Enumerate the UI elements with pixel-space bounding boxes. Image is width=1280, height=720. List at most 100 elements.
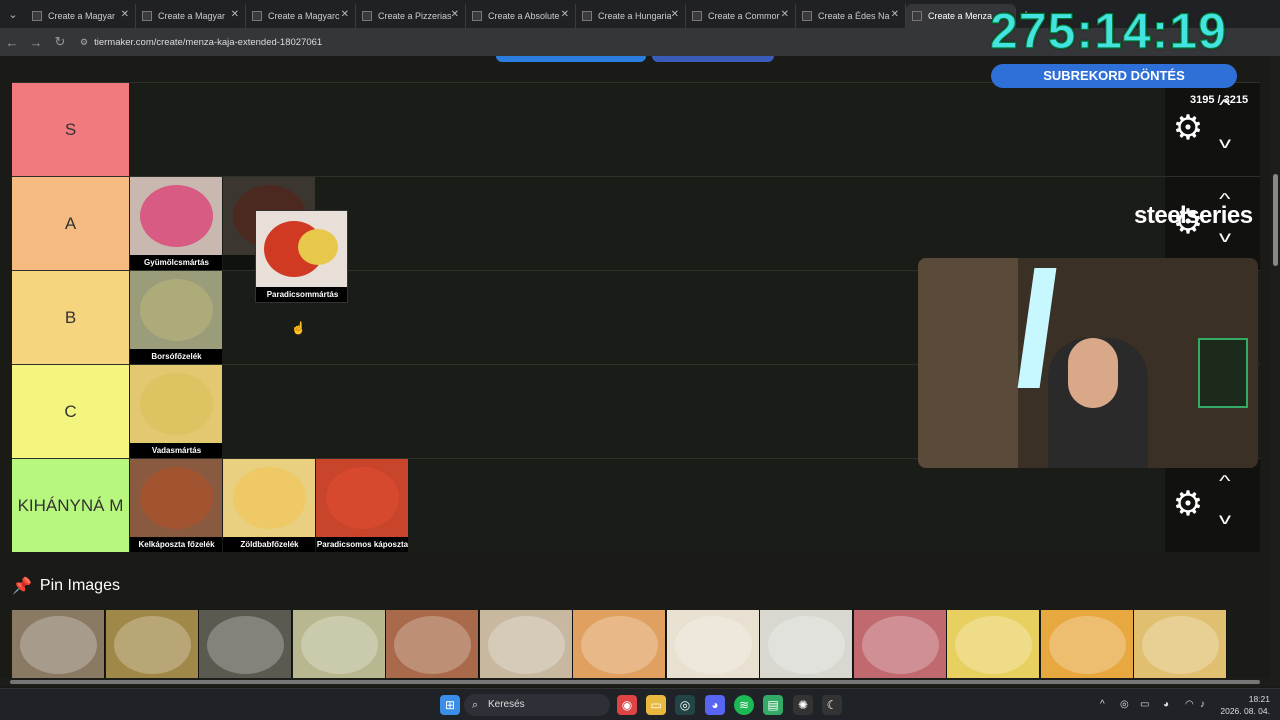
- tab-title: Create a Commor: [708, 11, 780, 21]
- tab[interactable]: Create a Magyarc ✕: [246, 4, 356, 28]
- tier-label[interactable]: C: [12, 365, 129, 458]
- top-button-2[interactable]: [652, 56, 774, 62]
- unranked-image[interactable]: [199, 610, 292, 680]
- tray-steam-icon[interactable]: ◎: [1120, 699, 1129, 710]
- tab[interactable]: Create a Pizzerias ✕: [356, 4, 466, 28]
- unranked-image[interactable]: [1040, 610, 1134, 680]
- tab[interactable]: Create a Magyar ✕: [26, 4, 136, 28]
- unranked-image[interactable]: [573, 610, 666, 680]
- tier-label[interactable]: KIHÁNYNÁ M: [12, 459, 129, 552]
- gear-icon[interactable]: ⚙: [1171, 487, 1205, 521]
- tab[interactable]: Create a Absolute ✕: [466, 4, 576, 28]
- notes-icon[interactable]: ▤: [763, 695, 783, 715]
- windows-icon[interactable]: ⊞: [440, 695, 460, 715]
- tab-favicon-icon: [582, 11, 592, 21]
- unranked-image[interactable]: [105, 610, 199, 680]
- forward-icon[interactable]: →: [24, 35, 48, 50]
- tier-item[interactable]: Vadasmártás: [130, 365, 223, 458]
- unranked-image[interactable]: [12, 610, 105, 680]
- tab-title: Create a Magyar: [158, 11, 226, 21]
- tab-close-icon[interactable]: ✕: [451, 9, 459, 20]
- unranked-image[interactable]: [760, 610, 853, 680]
- tier-row: AGyümölcsmártásPara⚙^v: [12, 176, 1260, 270]
- tab-title: Create a Hungaria: [598, 11, 672, 21]
- tab-close-icon[interactable]: ✕: [561, 9, 569, 20]
- dragged-item-image: [256, 211, 347, 289]
- unranked-image[interactable]: [1134, 610, 1227, 680]
- tab-close-icon[interactable]: ✕: [341, 9, 349, 20]
- volume-icon[interactable]: ♪: [1200, 699, 1205, 710]
- tier-item[interactable]: Borsófőzelék: [130, 271, 223, 364]
- steam-icon[interactable]: ◎: [675, 695, 695, 715]
- tab-close-icon[interactable]: ✕: [891, 9, 899, 20]
- tray-folder-icon[interactable]: ▭: [1140, 699, 1149, 710]
- reload-icon[interactable]: ↻: [48, 34, 72, 50]
- tier-item[interactable]: Kelkáposzta főzelék: [130, 459, 223, 552]
- wifi-icon[interactable]: ◠: [1185, 699, 1194, 710]
- unranked-image-strip: [12, 610, 1232, 680]
- tab-title: Create a Absolute: [488, 11, 560, 21]
- gear-icon[interactable]: ⚙: [1171, 111, 1205, 145]
- back-icon[interactable]: ←: [0, 35, 24, 50]
- unranked-image[interactable]: [853, 610, 947, 680]
- chevron-down-icon[interactable]: v: [1219, 135, 1231, 153]
- food-image: [316, 459, 408, 537]
- tier-item[interactable]: Gyümölcsmártás: [130, 177, 223, 270]
- tray-chevron-icon[interactable]: ^: [1100, 699, 1105, 710]
- tab-search-icon[interactable]: ⌄: [0, 0, 26, 28]
- unranked-image[interactable]: [292, 610, 386, 680]
- horizontal-scrollbar[interactable]: [0, 678, 1280, 686]
- tab-title: Create a Magyarc: [268, 11, 340, 21]
- clock-time: 18:21: [1248, 694, 1270, 704]
- plate-shape: [394, 616, 471, 674]
- tab[interactable]: Create a Magyar ✕: [136, 4, 246, 28]
- tier-item[interactable]: Zöldbabfőzelék: [223, 459, 316, 552]
- plate-shape: [768, 616, 845, 674]
- tab-list: Create a Magyar ✕ Create a Magyar ✕ Create a…: [26, 0, 1016, 28]
- tier-label[interactable]: S: [12, 83, 129, 176]
- tab-close-icon[interactable]: ✕: [121, 9, 129, 20]
- app-icon[interactable]: ☾: [822, 695, 842, 715]
- plate-shape: [113, 616, 191, 674]
- food-shape: [140, 279, 213, 341]
- tier-row: S ⚙ ^ v: [12, 82, 1260, 176]
- wall-panel: [918, 258, 1018, 468]
- clock[interactable]: 18:21 2026. 08. 04.: [1220, 693, 1270, 717]
- tab[interactable]: Create a Édes Na ✕: [796, 4, 906, 28]
- horizontal-scroll-thumb[interactable]: [10, 680, 1260, 684]
- unranked-image[interactable]: [947, 610, 1040, 680]
- tab-favicon-icon: [252, 11, 262, 21]
- tier-label[interactable]: B: [12, 271, 129, 364]
- tab-favicon-icon: [802, 11, 812, 21]
- chrome-icon[interactable]: ◉: [617, 695, 637, 715]
- potato-shape: [298, 229, 338, 265]
- chevron-down-icon[interactable]: v: [1219, 511, 1231, 529]
- discord-icon[interactable]: ◕: [705, 695, 725, 715]
- tab[interactable]: Create a Hungaria ✕: [576, 4, 686, 28]
- tab-close-icon[interactable]: ✕: [781, 9, 789, 20]
- tier-label[interactable]: A: [12, 177, 129, 270]
- unranked-image[interactable]: [479, 610, 573, 680]
- site-info-icon[interactable]: ⚙: [80, 37, 88, 48]
- taskbar: ⊞ ⌕ Keresés ◉ ▭ ◎ ◕ ≋ ▤ ✺ ☾ ^ ◎ ▭ ◕ ◠ ♪ 1…: [0, 688, 1280, 720]
- tier-item[interactable]: Paradicsomos káposzta: [316, 459, 409, 552]
- unranked-image[interactable]: [666, 610, 760, 680]
- taskbar-search[interactable]: ⌕ Keresés: [464, 694, 610, 716]
- tab[interactable]: Create a Commor ✕: [686, 4, 796, 28]
- tray-discord-icon[interactable]: ◕: [1163, 699, 1169, 710]
- top-button-1[interactable]: [496, 56, 646, 62]
- tab-close-icon[interactable]: ✕: [671, 9, 679, 20]
- vertical-scroll-thumb[interactable]: [1273, 174, 1278, 266]
- steelseries-icon[interactable]: ✺: [793, 695, 813, 715]
- food-shape: [140, 467, 213, 529]
- url-field[interactable]: ⚙ tiermaker.com/create/menza-kaja-extende…: [80, 37, 322, 48]
- unranked-image[interactable]: [386, 610, 479, 680]
- vertical-scrollbar[interactable]: [1270, 56, 1280, 678]
- chevron-up-icon[interactable]: ^: [1219, 473, 1230, 491]
- dragged-item[interactable]: Paradicsommártás: [255, 210, 348, 303]
- chevron-down-icon[interactable]: v: [1219, 229, 1231, 247]
- folder-icon[interactable]: ▭: [646, 695, 666, 715]
- tab-close-icon[interactable]: ✕: [231, 9, 239, 20]
- spotify-icon[interactable]: ≋: [734, 695, 754, 715]
- food-image: [130, 271, 222, 349]
